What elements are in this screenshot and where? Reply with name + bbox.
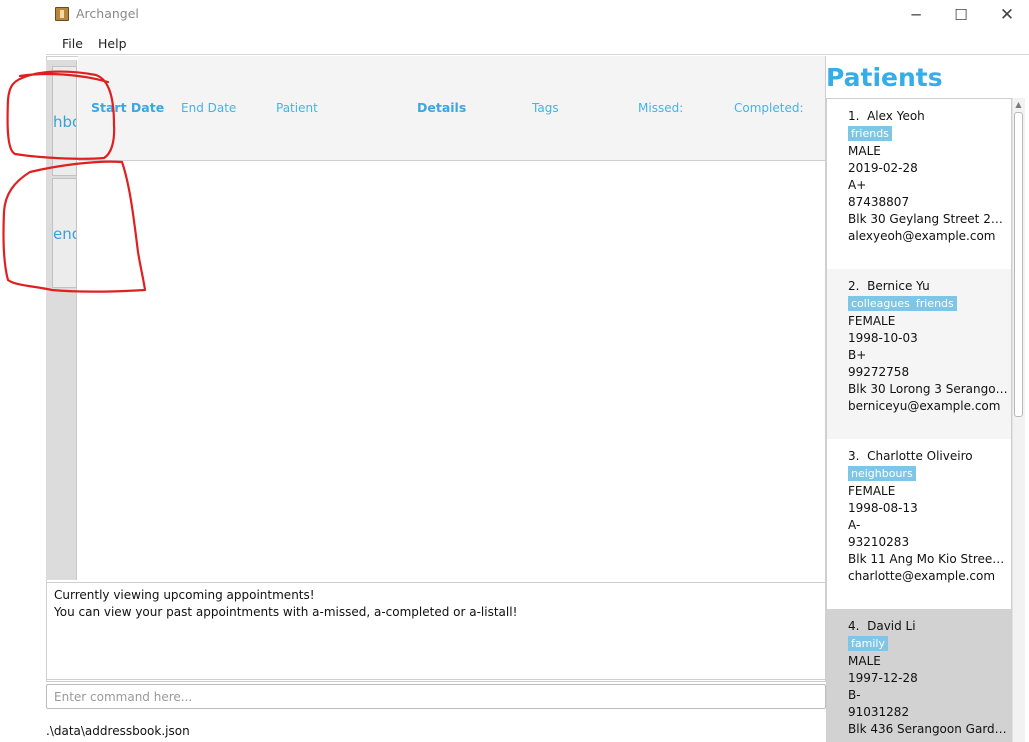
scroll-up-arrow-icon[interactable]: ▲: [1012, 98, 1025, 111]
appointment-table-header: Start Date End Date Patient Details Tags…: [78, 56, 825, 161]
patient-card[interactable]: 2. Bernice Yu colleagues friends FEMALE 1…: [827, 269, 1011, 439]
patient-gender: MALE: [848, 654, 881, 668]
patient-tag: family: [848, 636, 888, 651]
patient-name: David Li: [867, 619, 916, 633]
column-details[interactable]: Details: [417, 100, 466, 115]
patient-dob: 1998-08-13: [848, 501, 918, 515]
patient-index: 2.: [848, 279, 860, 293]
patient-dob: 1998-10-03: [848, 331, 918, 345]
patient-name: Bernice Yu: [867, 279, 930, 293]
tab-calendar-label: end: [53, 225, 76, 243]
patient-tags: neighbours: [848, 465, 1011, 482]
patient-phone: 93210283: [848, 535, 910, 549]
patient-blood-type: A+: [848, 178, 867, 192]
patient-email: alexyeoh@example.com: [848, 229, 996, 243]
patient-tag: friends: [848, 126, 892, 141]
patient-gender: FEMALE: [848, 484, 896, 498]
patient-name-line: 1. Alex Yeoh: [848, 108, 1011, 125]
result-line: Currently viewing upcoming appointments!: [54, 588, 315, 602]
close-icon[interactable]: ✕: [994, 4, 1020, 26]
patient-phone: 87438807: [848, 195, 910, 209]
result-line: You can view your past appointments with…: [54, 605, 518, 619]
patient-tags: family: [848, 635, 1011, 652]
patient-card[interactable]: 1. Alex Yeoh friends MALE 2019-02-28 A+ …: [827, 99, 1011, 269]
patient-tag: friends: [912, 296, 957, 311]
appointment-table-body: [78, 162, 825, 581]
column-missed[interactable]: Missed:: [638, 101, 683, 115]
window-title: Archangel: [76, 6, 139, 21]
patient-card-selected[interactable]: 4. David Li family MALE 1997-12-28 B- 91…: [827, 609, 1011, 742]
maximize-icon[interactable]: ☐: [948, 4, 974, 26]
patient-phone: 99272758: [848, 365, 910, 379]
column-patient[interactable]: Patient: [276, 101, 318, 115]
patient-tags: friends: [848, 125, 1011, 142]
patient-phone: 91031282: [848, 705, 910, 719]
menu-bar: File Help: [46, 31, 1029, 55]
patient-name-line: 3. Charlotte Oliveiro: [848, 448, 1011, 465]
window-title-bar: [0, 0, 1029, 30]
patient-dob: 1997-12-28: [848, 671, 918, 685]
command-input[interactable]: [46, 684, 826, 709]
patient-index: 4.: [848, 619, 860, 633]
menu-file[interactable]: File: [62, 36, 83, 51]
patient-tags: colleagues friends: [848, 295, 1011, 312]
column-completed[interactable]: Completed:: [734, 101, 804, 115]
patient-index: 1.: [848, 109, 860, 123]
column-tags[interactable]: Tags: [532, 101, 559, 115]
column-end-date[interactable]: End Date: [181, 101, 236, 115]
patient-blood-type: B+: [848, 348, 867, 362]
patient-name-line: 4. David Li: [848, 618, 1011, 635]
patient-name-line: 2. Bernice Yu: [848, 278, 1011, 295]
patient-card[interactable]: 3. Charlotte Oliveiro neighbours FEMALE …: [827, 439, 1011, 609]
patients-title: Patients: [826, 63, 943, 92]
patient-name: Charlotte Oliveiro: [867, 449, 973, 463]
patient-name: Alex Yeoh: [867, 109, 925, 123]
patient-gender: FEMALE: [848, 314, 896, 328]
patient-address: Blk 30 Lorong 3 Serangoo...: [848, 382, 1008, 396]
patient-blood-type: A-: [848, 518, 861, 532]
patient-address: Blk 30 Geylang Street 29, ...: [848, 212, 1008, 226]
patient-address: Blk 436 Serangoon Garde...: [848, 722, 1008, 736]
tab-calendar[interactable]: end: [52, 178, 77, 288]
patient-email: charlotte@example.com: [848, 569, 996, 583]
menu-help[interactable]: Help: [98, 36, 127, 51]
patient-blood-type: B-: [848, 688, 861, 702]
tab-dashboard-label: hbo: [53, 113, 76, 131]
archangel-app-icon: [55, 7, 69, 21]
patient-dob: 2019-02-28: [848, 161, 918, 175]
patient-address: Blk 11 Ang Mo Kio Street ...: [848, 552, 1008, 566]
patient-index: 3.: [848, 449, 860, 463]
status-file-path: .\data\addressbook.json: [46, 724, 190, 738]
patient-tag: neighbours: [848, 466, 916, 481]
scrollbar-thumb[interactable]: [1014, 112, 1023, 417]
tab-dashboard[interactable]: hbo: [52, 66, 77, 176]
patient-email: berniceyu@example.com: [848, 399, 1001, 413]
column-start-date[interactable]: Start Date: [91, 100, 164, 115]
patient-list[interactable]: 1. Alex Yeoh friends MALE 2019-02-28 A+ …: [826, 98, 1012, 742]
patient-gender: MALE: [848, 144, 881, 158]
minimize-icon[interactable]: ─: [903, 4, 929, 26]
patient-tag: colleagues: [848, 296, 913, 311]
result-display: Currently viewing upcoming appointments!…: [46, 582, 826, 680]
